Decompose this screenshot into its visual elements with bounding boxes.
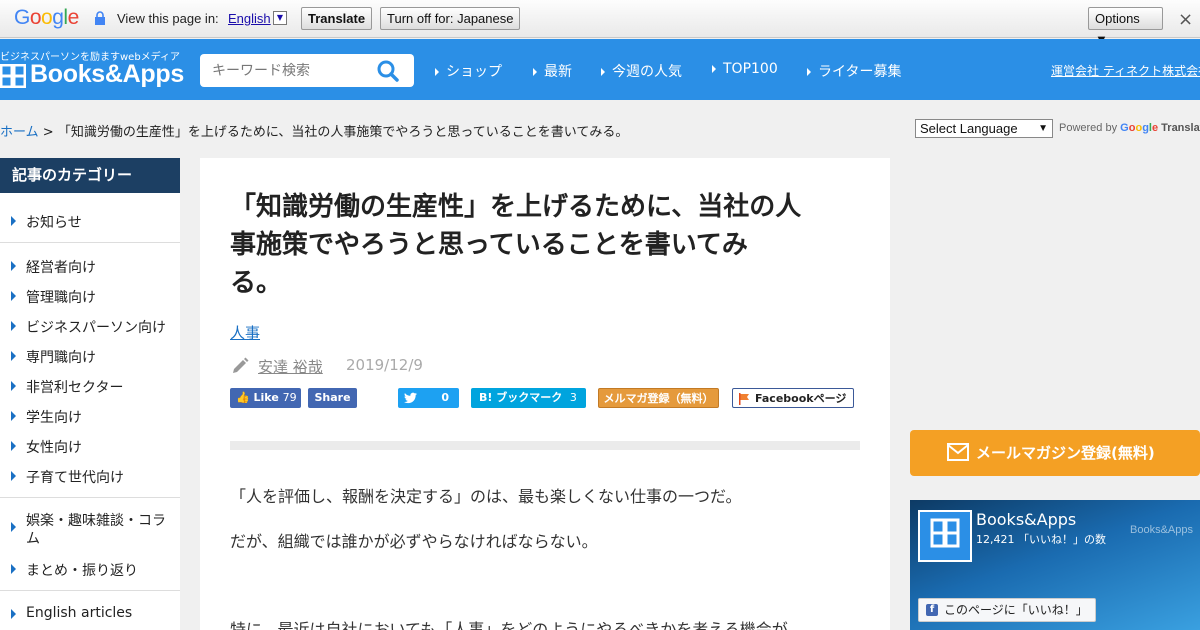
sidebar-item-executives[interactable]: 経営者向け	[26, 257, 96, 277]
sidebar-item-business-persons[interactable]: ビジネスパーソン向け	[26, 317, 166, 337]
language-dropdown-icon[interactable]: ▼	[273, 11, 287, 25]
facebook-share-button[interactable]: Share	[308, 388, 357, 408]
mail-icon	[947, 443, 969, 461]
sidebar-item-english[interactable]: English articles	[26, 605, 132, 621]
chevron-right-icon	[11, 291, 16, 301]
fb-page-name[interactable]: Books&Apps	[976, 510, 1076, 529]
article-paragraph: 「人を評価し、報酬を決定する」のは、最も楽しくない仕事の一つだ。	[230, 487, 742, 506]
logo-mark-icon[interactable]	[0, 64, 26, 88]
options-button[interactable]: Options ▼	[1088, 7, 1163, 47]
sidebar-item-women[interactable]: 女性向け	[26, 437, 82, 457]
turn-off-button[interactable]: Turn off for: Japanese	[380, 7, 521, 30]
breadcrumb: ホーム > 「知識労働の生産性」を上げるために、当社の人事施策でやろうと思ってい…	[0, 125, 629, 140]
sidebar-item-news[interactable]: お知らせ	[26, 212, 82, 232]
sidebar-item-professionals[interactable]: 専門職向け	[26, 347, 96, 367]
chevron-right-icon	[11, 564, 16, 574]
translate-button[interactable]: Translate	[301, 7, 373, 30]
article-paragraph: だが、組織では誰かが必ずやらなければならない。	[230, 532, 598, 551]
flag-icon	[739, 393, 749, 405]
chevron-right-icon	[11, 351, 16, 361]
chevron-right-icon	[11, 261, 16, 271]
tweet-button[interactable]: 0	[398, 388, 459, 408]
author-link[interactable]: 安達 裕哉	[258, 356, 323, 377]
twitter-bird-icon	[404, 392, 417, 404]
category-sidebar: 記事のカテゴリー お知らせ 経営者向け 管理職向け ビジネスパーソン向け 専門職…	[0, 158, 180, 630]
category-tag-link[interactable]: 人事	[230, 322, 260, 343]
sidebar-title: 記事のカテゴリー	[0, 158, 180, 193]
mail-magazine-button[interactable]: メールマガジン登録(無料)	[910, 430, 1200, 476]
search-box	[200, 54, 414, 87]
chevron-right-icon	[11, 441, 16, 451]
sidebar-item-students[interactable]: 学生向け	[26, 407, 82, 427]
nav-writer-recruit[interactable]: ライター募集	[807, 61, 901, 81]
nav-latest[interactable]: 最新	[533, 61, 572, 81]
books-apps-logo-icon	[930, 518, 960, 548]
tweet-count: 0	[441, 391, 449, 404]
breadcrumb-home[interactable]: ホーム	[0, 125, 39, 140]
chevron-right-icon	[11, 411, 16, 421]
language-link[interactable]: English	[228, 11, 271, 26]
avatar[interactable]	[918, 510, 972, 562]
site-logo[interactable]: Books&Apps	[30, 60, 184, 89]
article: 「知識労働の生産性」を上げるために、当社の人 事施策でやろうと思っていることを書…	[200, 158, 890, 630]
article-title: 「知識労働の生産性」を上げるために、当社の人 事施策でやろうと思っていることを書…	[230, 192, 802, 298]
sidebar-item-parenting[interactable]: 子育て世代向け	[26, 467, 124, 487]
powered-by-google: Powered by Google Translate	[1059, 122, 1200, 134]
publish-date: 2019/12/9	[346, 356, 423, 374]
facebook-page-button[interactable]: Facebookページ	[732, 388, 854, 408]
google-translate-bar: Google View this page in: English ▼ Tran…	[0, 0, 1200, 47]
chevron-right-icon	[11, 522, 16, 532]
hatena-bookmark-button[interactable]: B! ブックマーク 3	[471, 388, 586, 408]
chevron-down-icon: ▼	[1038, 123, 1048, 134]
facebook-like-button[interactable]: 👍 Like 79	[230, 388, 301, 408]
sidebar-item-entertainment[interactable]: 娯楽・趣味雑談・コラム	[26, 512, 174, 548]
nav-top100[interactable]: TOP100	[712, 61, 778, 77]
lock-icon	[95, 11, 105, 25]
mailmag-signup-button[interactable]: メルマガ登録（無料）	[598, 388, 719, 408]
fb-like-page-button[interactable]: f このページに「いいね！」	[918, 598, 1096, 622]
chevron-right-icon	[11, 321, 16, 331]
article-paragraph: 特に、最近は自社においても「人事」をどのようにやるべきかを考える機会が	[230, 620, 788, 630]
nav-weekly-popular[interactable]: 今週の人気	[601, 61, 682, 81]
search-icon[interactable]	[376, 59, 400, 83]
breadcrumb-current: 「知識労働の生産性」を上げるために、当社の人事施策でやろうと思っていることを書い…	[57, 125, 629, 140]
nav-shop[interactable]: ショップ	[435, 61, 502, 81]
chevron-right-icon	[11, 216, 16, 226]
pencil-icon	[233, 357, 249, 373]
facebook-icon: f	[926, 604, 938, 616]
google-logo: Google	[14, 6, 79, 29]
view-page-label: View this page in:	[117, 11, 219, 26]
company-link[interactable]: 運営会社 ティネクト株式会社	[1051, 62, 1200, 79]
fb-like-count: 12,421 「いいね！」の数	[976, 533, 1106, 546]
content-divider	[230, 441, 860, 450]
sidebar-item-summary[interactable]: まとめ・振り返り	[26, 560, 138, 580]
sidebar-item-managers[interactable]: 管理職向け	[26, 287, 96, 307]
fb-cover-watermark: Books&Apps	[1130, 524, 1193, 536]
language-select[interactable]: Select Language ▼	[915, 119, 1053, 138]
chevron-right-icon	[11, 381, 16, 391]
close-icon[interactable]: ×	[1178, 9, 1193, 30]
facebook-page-widget: Books&Apps 12,421 「いいね！」の数 Books&Apps f …	[910, 500, 1200, 630]
chevron-right-icon	[11, 609, 16, 619]
chevron-right-icon	[11, 471, 16, 481]
search-input[interactable]	[212, 61, 372, 81]
sidebar-item-nonprofit[interactable]: 非営利セクター	[26, 377, 123, 397]
site-header: ビジネスパーソンを励ますwebメディア Books&Apps ショップ 最新 今…	[0, 39, 1200, 100]
